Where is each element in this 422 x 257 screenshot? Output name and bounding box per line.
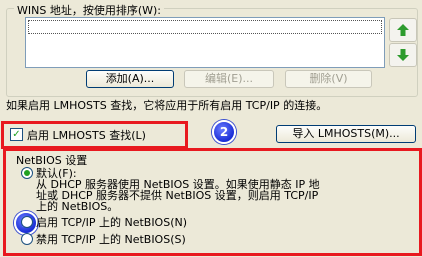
move-down-button[interactable] — [389, 43, 417, 67]
lmhosts-checkbox-label[interactable]: 启用 LMHOSTS 查找(L) — [27, 127, 146, 143]
default-description: 从 DHCP 服务器使用 NetBIOS 设置。如果使用静态 IP 地 址或 D… — [36, 179, 416, 212]
wins-address-list[interactable] — [25, 17, 385, 68]
add-button[interactable]: 添加(A)... — [86, 70, 174, 88]
remove-button[interactable]: 删除(V) — [285, 70, 372, 88]
radio-disable-netbios-label[interactable]: 禁用 TCP/IP 上的 NetBIOS(S) — [36, 231, 186, 247]
move-up-button[interactable] — [389, 18, 417, 42]
wins-group-label: WINS 地址，按使用排序(W): — [14, 2, 164, 18]
lmhosts-checkbox[interactable]: ✓ — [10, 128, 23, 141]
edit-button[interactable]: 编辑(E)... — [184, 70, 274, 88]
annotation-badge-2: 2 — [212, 120, 236, 144]
radio-default[interactable] — [21, 167, 33, 179]
arrow-down-icon — [397, 49, 409, 61]
radio-enable-netbios[interactable] — [21, 216, 33, 228]
radio-enable-netbios-label[interactable]: 启用 TCP/IP 上的 NetBIOS(N) — [36, 214, 187, 230]
default-desc-line-3: 上的 NetBIOS。 — [36, 200, 119, 213]
radio-disable-netbios[interactable] — [21, 233, 33, 245]
lmhosts-note: 如果启用 LMHOSTS 查找，它将应用于所有启用 TCP/IP 的连接。 — [6, 99, 328, 112]
import-lmhosts-button[interactable]: 导入 LMHOSTS(M)... — [276, 125, 416, 143]
list-focus-row — [28, 20, 382, 34]
arrow-up-icon — [397, 24, 409, 36]
